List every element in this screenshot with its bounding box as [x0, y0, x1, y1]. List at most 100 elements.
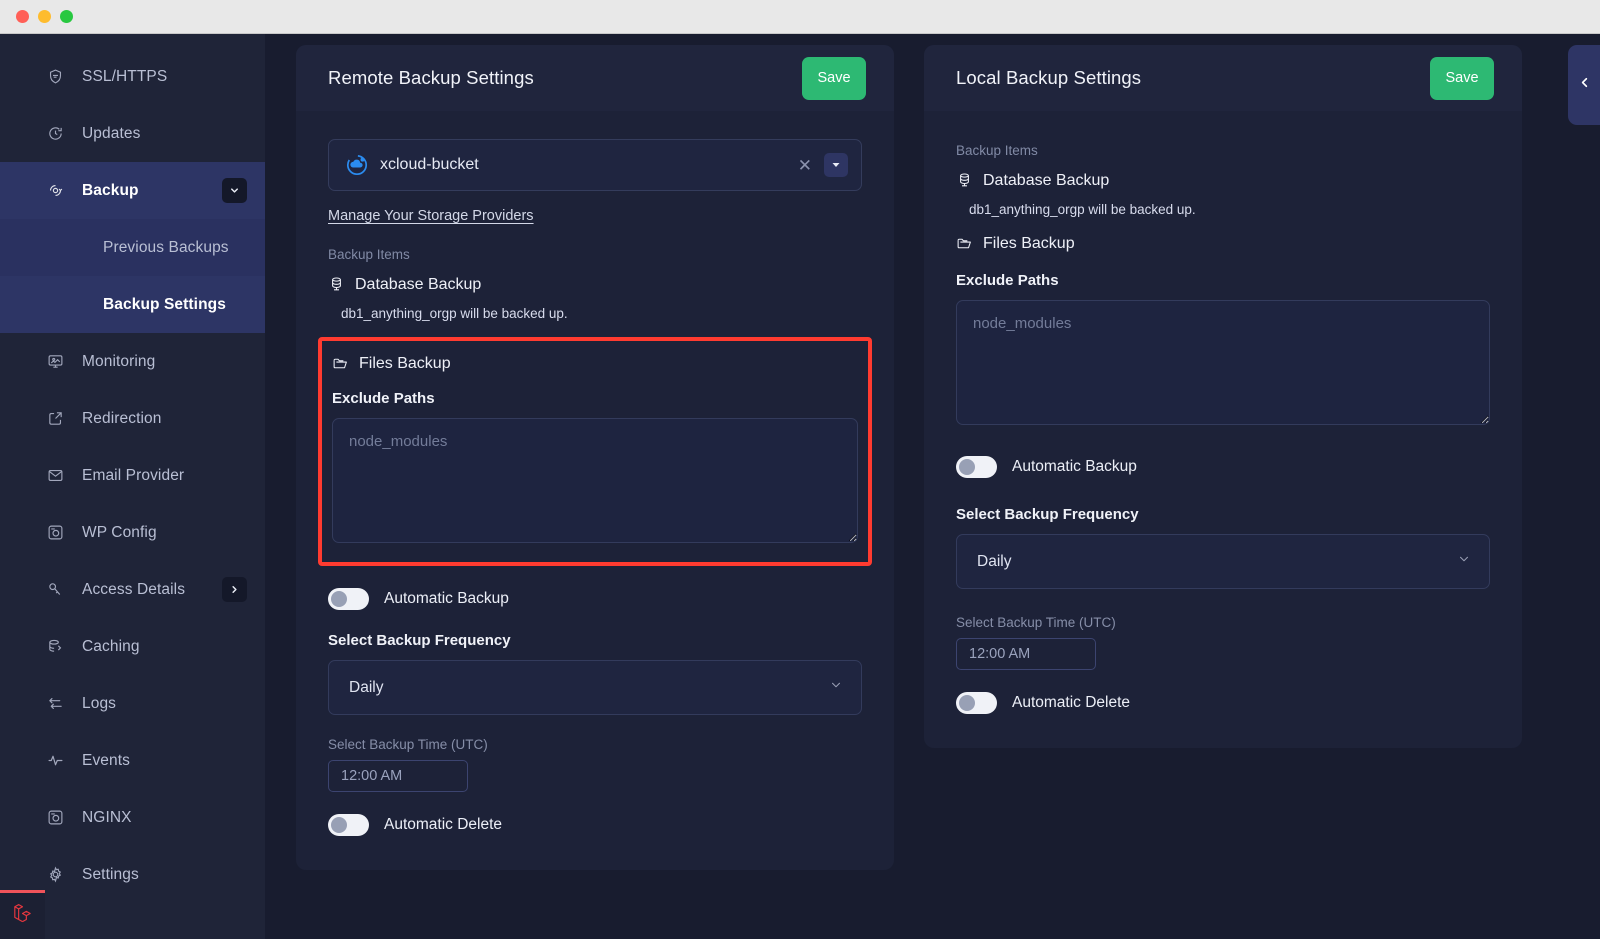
local-automatic-backup-row: Automatic Backup [956, 456, 1490, 478]
remote-frequency-select[interactable]: Daily [328, 660, 862, 715]
zoom-window-button[interactable] [60, 10, 73, 23]
sidebar-item-label: Email Provider [82, 467, 184, 485]
sidebar-item-monitoring[interactable]: Monitoring [0, 333, 265, 390]
sidebar-item-wp-config[interactable]: WP Config [0, 504, 265, 561]
folder-icon [332, 355, 350, 373]
sidebar-item-email-provider[interactable]: Email Provider [0, 447, 265, 504]
local-panel-header: Local Backup Settings Save [924, 45, 1522, 111]
nginx-icon [46, 809, 64, 827]
sidebar-item-label: Monitoring [82, 353, 155, 371]
local-automatic-backup-label: Automatic Backup [1012, 458, 1137, 476]
remote-database-backup-note: db1_anything_orgp will be backed up. [341, 306, 862, 321]
files-backup-highlight-region: Files Backup Exclude Paths [318, 337, 872, 566]
sidebar-item-redirection[interactable]: Redirection [0, 390, 265, 447]
gear-icon [46, 866, 64, 884]
database-bolt-icon [46, 638, 64, 656]
activity-pulse-icon [46, 752, 64, 770]
shield-lock-icon [46, 68, 64, 86]
remote-automatic-delete-row: Automatic Delete [328, 814, 862, 836]
sidebar-item-previous-backups[interactable]: Previous Backups [0, 219, 265, 276]
traffic-light-controls [16, 10, 73, 23]
sidebar-item-label: Backup [82, 182, 139, 200]
storage-provider-select[interactable]: xcloud-bucket ✕ [328, 139, 862, 191]
sidebar-item-label: Logs [82, 695, 116, 713]
local-panel-body: Backup Items Database Backup db1_anythin… [924, 111, 1522, 748]
dropdown-triangle-icon[interactable] [824, 153, 848, 177]
main-content-area: Remote Backup Settings Save xcloud-bucke… [265, 34, 1600, 939]
remote-panel-header: Remote Backup Settings Save [296, 45, 894, 111]
local-automatic-backup-toggle[interactable] [956, 456, 997, 478]
sidebar-item-backup-settings[interactable]: Backup Settings [0, 276, 265, 333]
local-backup-time-input[interactable] [956, 638, 1096, 670]
monitor-icon [46, 353, 64, 371]
close-x-icon[interactable]: ✕ [798, 157, 812, 174]
remote-automatic-backup-row: Automatic Backup [328, 588, 862, 610]
remote-automatic-delete-toggle[interactable] [328, 814, 369, 836]
sidebar-item-label: WP Config [82, 524, 157, 542]
local-exclude-paths-label: Exclude Paths [956, 272, 1490, 289]
backup-eye-icon [46, 182, 64, 200]
remote-automatic-backup-label: Automatic Backup [384, 590, 509, 608]
sidebar-item-label: Updates [82, 125, 140, 143]
local-panel-title: Local Backup Settings [956, 67, 1141, 89]
laravel-logo-icon [10, 901, 35, 931]
local-frequency-value: Daily [977, 553, 1011, 571]
chevron-down-icon [829, 678, 843, 697]
local-database-backup-item: Database Backup [956, 172, 1490, 190]
storage-provider-name: xcloud-bucket [380, 156, 798, 174]
remote-automatic-backup-toggle[interactable] [328, 588, 369, 610]
cloud-storage-icon [345, 153, 369, 177]
local-database-backup-note: db1_anything_orgp will be backed up. [969, 202, 1490, 217]
sidebar-item-events[interactable]: Events [0, 732, 265, 789]
transfer-arrows-icon [46, 695, 64, 713]
folder-icon [956, 235, 974, 253]
backup-expander-button[interactable] [222, 178, 247, 203]
local-save-button[interactable]: Save [1430, 57, 1494, 100]
local-frequency-select[interactable]: Daily [956, 534, 1490, 589]
close-window-button[interactable] [16, 10, 29, 23]
key-icon [46, 581, 64, 599]
remote-save-button[interactable]: Save [802, 57, 866, 100]
chevron-down-icon [1457, 552, 1471, 571]
sidebar-item-logs[interactable]: Logs [0, 675, 265, 732]
remote-backup-time-input[interactable] [328, 760, 468, 792]
sidebar-item-label: Previous Backups [103, 239, 229, 257]
remote-automatic-delete-label: Automatic Delete [384, 816, 502, 834]
sidebar-scroll-area: SSL/HTTPS Updates Backup Previous Backup… [0, 34, 265, 903]
refresh-clock-icon [46, 125, 64, 143]
laravel-debugbar-badge[interactable] [0, 890, 45, 939]
local-backup-settings-panel: Local Backup Settings Save Backup Items … [924, 45, 1522, 748]
local-automatic-delete-label: Automatic Delete [1012, 694, 1130, 712]
envelope-icon [46, 467, 64, 485]
local-database-backup-label: Database Backup [983, 172, 1109, 190]
remote-database-backup-item: Database Backup [328, 276, 862, 294]
sidebar-item-label: Events [82, 752, 130, 770]
access-details-expander-button[interactable] [222, 577, 247, 602]
remote-exclude-paths-input[interactable] [332, 418, 858, 543]
wp-config-icon [46, 524, 64, 542]
local-automatic-delete-toggle[interactable] [956, 692, 997, 714]
manage-storage-providers-link[interactable]: Manage Your Storage Providers [328, 208, 534, 224]
local-files-backup-item: Files Backup [956, 235, 1490, 253]
remote-database-backup-label: Database Backup [355, 276, 481, 294]
sidebar-item-updates[interactable]: Updates [0, 105, 265, 162]
minimize-window-button[interactable] [38, 10, 51, 23]
local-backup-time-label: Select Backup Time (UTC) [956, 615, 1490, 630]
sidebar-item-caching[interactable]: Caching [0, 618, 265, 675]
chevron-left-icon [1577, 75, 1592, 95]
sidebar-item-label: Caching [82, 638, 140, 656]
local-files-backup-label: Files Backup [983, 235, 1075, 253]
sidebar-item-ssl-https[interactable]: SSL/HTTPS [0, 48, 265, 105]
remote-panel-body: xcloud-bucket ✕ Manage Your Storage Prov… [296, 111, 894, 870]
remote-files-backup-label: Files Backup [359, 355, 451, 373]
sidebar-item-backup[interactable]: Backup [0, 162, 265, 219]
collapse-panel-tab[interactable] [1568, 45, 1600, 125]
sidebar-item-label: SSL/HTTPS [82, 68, 167, 86]
sidebar-item-label: Backup Settings [103, 296, 226, 314]
sidebar-item-nginx[interactable]: NGINX [0, 789, 265, 846]
remote-files-backup-item: Files Backup [332, 355, 858, 373]
database-icon [956, 172, 974, 190]
local-exclude-paths-input[interactable] [956, 300, 1490, 425]
sidebar-item-access-details[interactable]: Access Details [0, 561, 265, 618]
settings-panels-row: Remote Backup Settings Save xcloud-bucke… [296, 45, 1600, 870]
